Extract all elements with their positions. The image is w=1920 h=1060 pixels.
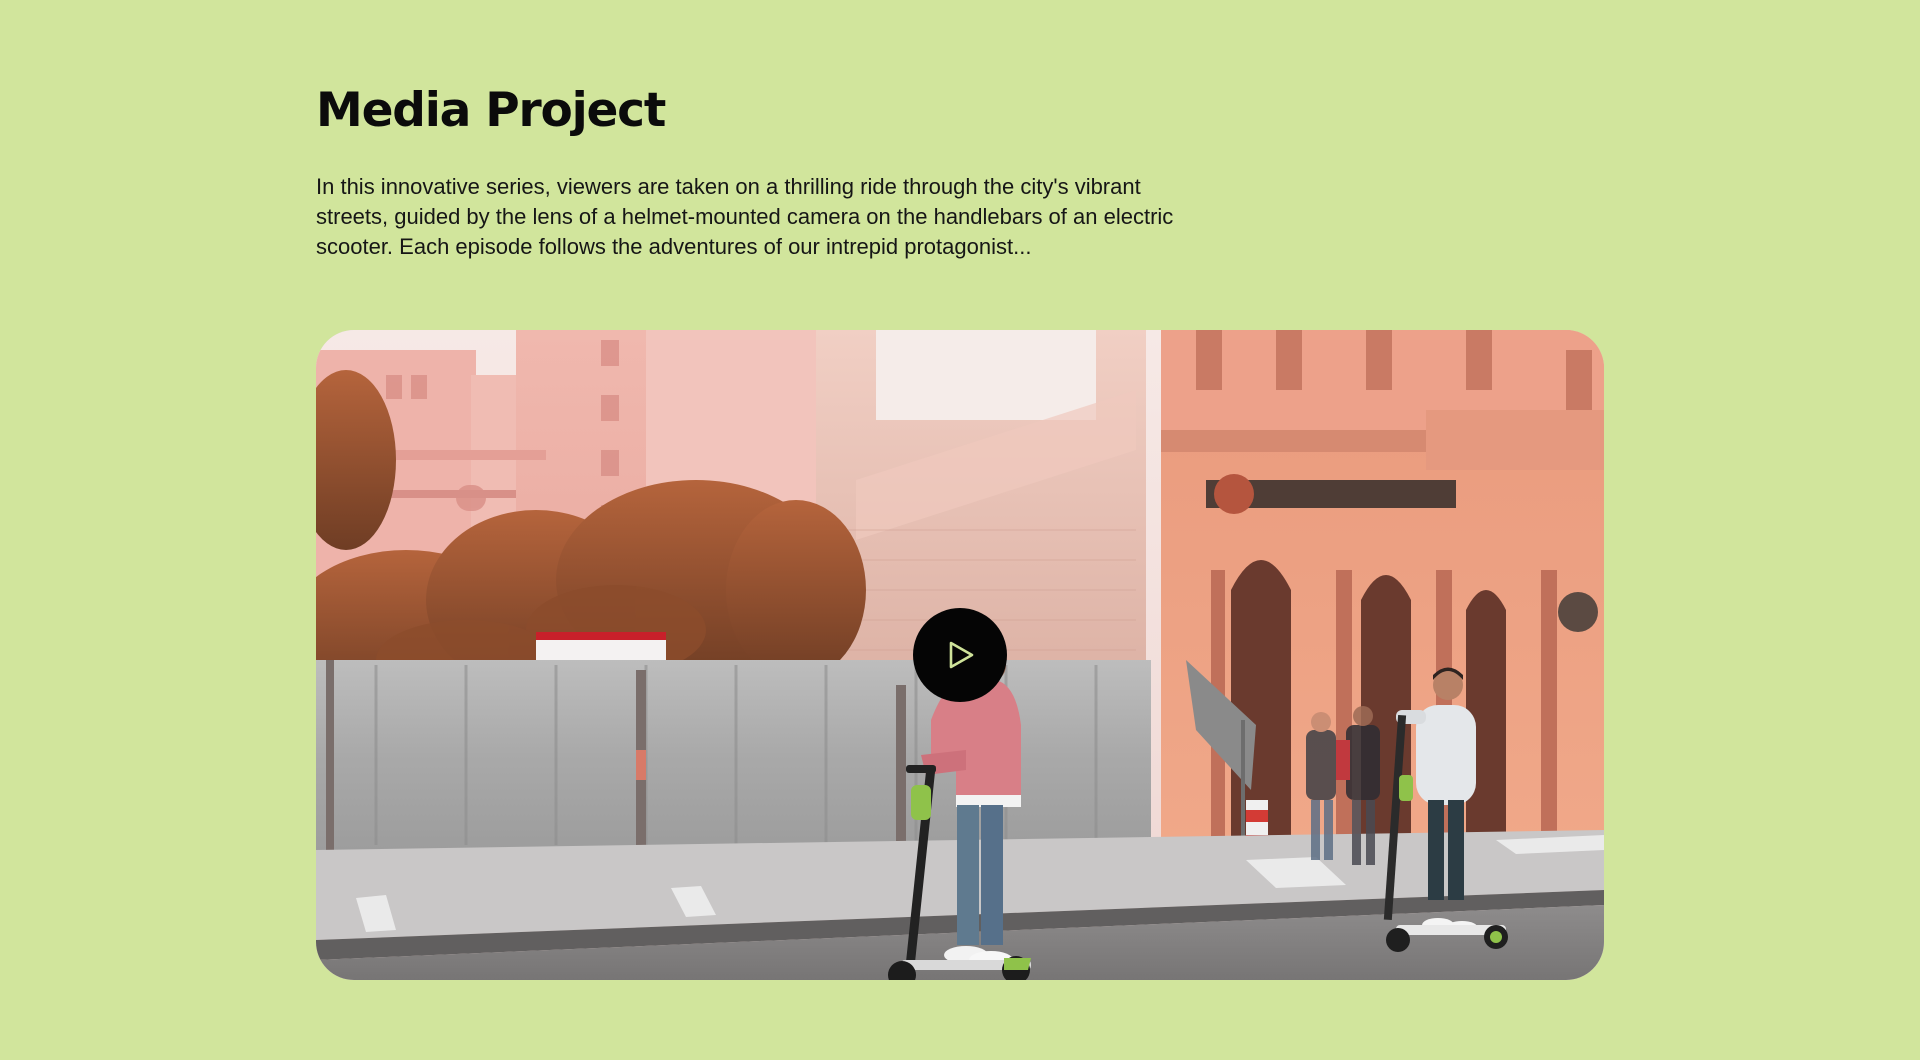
play-button[interactable] xyxy=(913,608,1007,702)
page-title: Media Project xyxy=(316,83,666,138)
video-player[interactable] xyxy=(316,330,1604,980)
project-description: In this innovative series, viewers are t… xyxy=(316,174,1174,259)
play-icon xyxy=(949,641,974,669)
